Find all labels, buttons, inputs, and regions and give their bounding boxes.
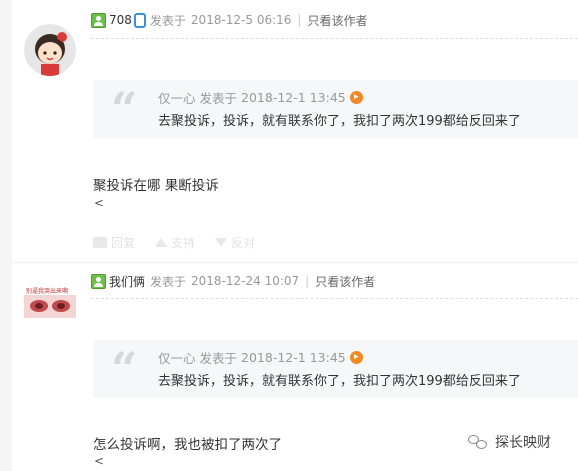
reply-label: 回复 (111, 236, 136, 250)
post-meta: 708 发表于 2018-12-5 06:16 | 只看该作者 (91, 11, 367, 29)
thumb-down-icon (215, 238, 228, 247)
reply-button[interactable]: 回复 (93, 234, 135, 251)
post-author[interactable]: 我们俩 (109, 273, 145, 290)
meta-divider (91, 298, 578, 299)
post-suffix: < (94, 454, 105, 468)
oppose-label: 反对 (231, 236, 256, 250)
meta-divider (91, 38, 578, 39)
post-body: 聚投诉在哪 果断投诉 (93, 178, 219, 194)
quote-text: 去聚投诉，投诉，就有联系你了，我扣了两次199都给反回来了 (158, 374, 521, 389)
post-author[interactable]: 708 (109, 13, 132, 27)
user-avatar[interactable] (24, 24, 76, 76)
quote-block: “ 仅一心 发表于 2018-12-1 13:45 ▸ 去聚投诉，投诉，就有联系… (93, 80, 578, 138)
wechat-icon (468, 434, 490, 450)
separator: | (297, 13, 302, 27)
user-avatar[interactable]: 别逼我哭出来啊 (24, 286, 76, 318)
watermark: 探长映财 (468, 432, 551, 452)
quote-header: 仅一心 发表于 2018-12-1 13:45 ▸ (158, 348, 363, 367)
cartoon-girl-avatar-icon (24, 24, 76, 76)
user-icon (91, 12, 106, 28)
quote-author[interactable]: 仅一心 (158, 348, 196, 367)
quote-posted-label: 发表于 (199, 351, 238, 366)
quote-author[interactable]: 仅一心 (158, 88, 196, 107)
user-icon (91, 273, 106, 289)
oppose-button[interactable]: 反对 (215, 234, 255, 251)
go-to-quote-icon[interactable]: ▸ (349, 351, 363, 364)
support-button[interactable]: 支持 (155, 234, 195, 251)
author-only-link[interactable]: 只看该作者 (315, 273, 375, 290)
separator: | (305, 274, 310, 288)
quote-time: 2018-12-1 13:45 (241, 350, 346, 365)
reply-icon (93, 237, 107, 248)
post-actions: 回复 支持 反对 (93, 234, 275, 251)
thumb-up-icon (155, 238, 168, 247)
avatar-caption: 别逼我哭出来啊 (26, 288, 69, 295)
post-meta: 我们俩 发表于 2018-12-24 10:07 | 只看该作者 (91, 272, 375, 290)
post-time: 2018-12-5 06:16 (190, 13, 292, 27)
forum-post: 708 发表于 2018-12-5 06:16 | 只看该作者 “ 仅一心 发表… (0, 0, 578, 262)
author-only-link[interactable]: 只看该作者 (307, 12, 367, 29)
quote-block: “ 仅一心 发表于 2018-12-1 13:45 ▸ 去聚投诉，投诉，就有联系… (93, 340, 578, 398)
quote-text: 去聚投诉，投诉，就有联系你了，我扣了两次199都给反回来了 (158, 114, 521, 129)
quote-icon: “ (111, 82, 138, 136)
post-suffix: < (94, 196, 105, 210)
quote-icon: “ (111, 342, 138, 396)
posted-label: 发表于 (149, 13, 186, 28)
forum-thread: 708 发表于 2018-12-5 06:16 | 只看该作者 “ 仅一心 发表… (0, 0, 578, 471)
post-time: 2018-12-24 10:07 (191, 274, 300, 288)
mobile-icon (133, 12, 146, 28)
support-label: 支持 (171, 236, 196, 250)
posted-label: 发表于 (150, 274, 187, 289)
quote-posted-label: 发表于 (199, 91, 238, 106)
watermark-text: 探长映财 (495, 435, 551, 451)
post-body: 怎么投诉啊，我也被扣了两次了 (93, 437, 282, 453)
go-to-quote-icon[interactable]: ▸ (349, 91, 363, 104)
quote-time: 2018-12-1 13:45 (241, 90, 346, 105)
quote-header: 仅一心 发表于 2018-12-1 13:45 ▸ (158, 88, 363, 107)
